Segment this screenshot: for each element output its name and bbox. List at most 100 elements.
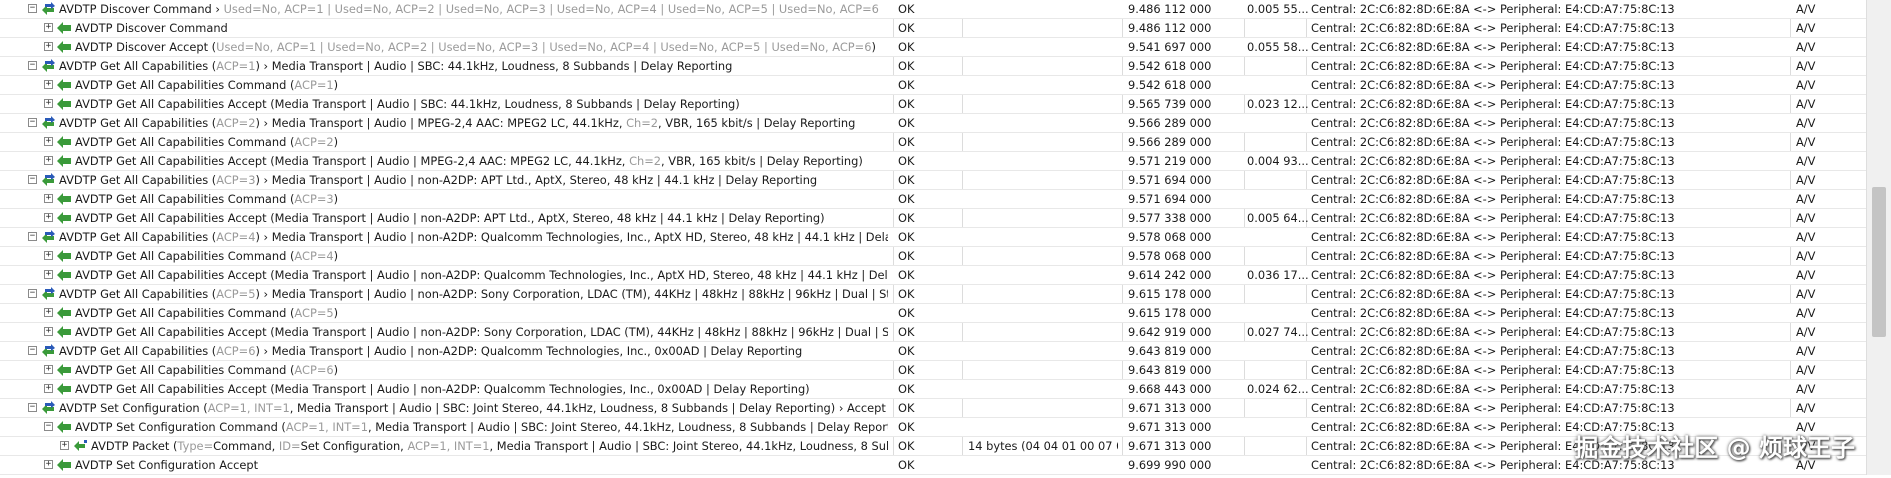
table-row[interactable]: + AVDTP Discover Accept (Used=No, ACP=1 |… [0,38,1866,57]
status-cell: OK [898,401,915,415]
table-row[interactable]: + AVDTP Get All Capabilities Command (ACP… [0,361,1866,380]
expand-toggle[interactable]: + [60,441,69,450]
summary-text: AVDTP Set Configuration Accept [75,458,259,472]
expand-toggle[interactable]: + [44,384,53,393]
expand-toggle[interactable]: + [44,308,53,317]
summary-text: AVDTP Get All Capabilities ( [59,230,217,244]
summary-text: AVDTP Get All Capabilities Command ( [75,135,295,149]
summary-text: ) › Media Transport | Audio | MPEG-2,4 A… [255,116,627,130]
transaction-icon [40,229,57,245]
summary-param: ACP=1, INT=1 [285,420,368,434]
table-row[interactable]: − AVDTP Get All Capabilities (ACP=3) › Me… [0,171,1866,190]
table-row[interactable]: − AVDTP Discover Command › Used=No, ACP=1… [0,0,1866,19]
timestamp-cell: 9.615 178 000 [1128,306,1212,320]
message-icon [56,20,73,36]
protocol-cell: A/V [1796,211,1816,225]
scrollbar-thumb[interactable] [1872,187,1886,337]
duration-cell [1247,456,1309,474]
table-row[interactable]: + AVDTP Get All Capabilities Command (ACP… [0,247,1866,266]
summary-text: AVDTP Packet ( [91,439,178,453]
expand-toggle[interactable]: + [44,156,53,165]
duration-cell [1247,133,1309,151]
expand-toggle[interactable]: + [44,23,53,32]
collapse-toggle[interactable]: − [28,346,37,355]
table-row[interactable]: − AVDTP Get All Capabilities (ACP=4) › Me… [0,228,1866,247]
status-cell: OK [898,135,915,149]
summary-text: AVDTP Get All Capabilities Command ( [75,306,295,320]
summary-param: ACP=4 [216,230,256,244]
expand-toggle[interactable]: + [44,80,53,89]
table-row[interactable]: + AVDTP Discover Command OK 9.486 112 000 Ce… [0,19,1866,38]
expand-toggle[interactable]: + [44,460,53,469]
data-cell [968,456,1118,474]
table-row[interactable]: + AVDTP Get All Capabilities Command (ACP… [0,190,1866,209]
expand-toggle[interactable]: + [44,194,53,203]
table-row[interactable]: + AVDTP Get All Capabilities Command (ACP… [0,133,1866,152]
summary-text: ) [333,363,339,377]
data-cell [968,247,1118,265]
expand-toggle[interactable]: + [44,327,53,336]
message-icon [56,419,73,435]
summary-text: , Media Transport | Audio | SBC: Joint S… [367,420,888,434]
table-row[interactable]: − AVDTP Get All Capabilities (ACP=6) › Me… [0,342,1866,361]
table-row[interactable]: − AVDTP Get All Capabilities (ACP=1) › Me… [0,57,1866,76]
collapse-toggle[interactable]: − [44,422,53,431]
expand-toggle[interactable]: + [44,42,53,51]
collapse-toggle[interactable]: − [28,403,37,412]
summary-text: AVDTP Get All Capabilities Accept (Media… [75,154,630,168]
timestamp-cell: 9.571 694 000 [1128,192,1212,206]
table-row[interactable]: − AVDTP Get All Capabilities (ACP=5) › Me… [0,285,1866,304]
connection-cell: Central: 2C:C6:82:8D:6E:8A <-> Periphera… [1311,230,1675,244]
summary-text: AVDTP Discover Command [75,21,228,35]
expand-toggle[interactable]: + [44,213,53,222]
protocol-cell: A/V [1796,344,1816,358]
data-cell [968,114,1118,132]
expand-toggle[interactable]: + [44,365,53,374]
protocol-cell: A/V [1796,97,1816,111]
collapse-toggle[interactable]: − [28,4,37,13]
table-row[interactable]: + AVDTP Get All Capabilities Command (ACP… [0,76,1866,95]
duration-cell: 0.036 17... [1247,268,1309,282]
table-row[interactable]: + AVDTP Get All Capabilities Accept (Medi… [0,95,1866,114]
table-row[interactable]: + AVDTP Get All Capabilities Accept (Medi… [0,380,1866,399]
connection-cell: Central: 2C:C6:82:8D:6E:8A <-> Periphera… [1311,21,1675,35]
collapse-toggle[interactable]: − [28,61,37,70]
summary-param: Used=No, ACP=1 | Used=No, ACP=2 | Used=N… [216,40,872,54]
summary-text: AVDTP Get All Capabilities Accept (Media… [75,211,825,225]
status-cell: OK [898,154,915,168]
status-cell: OK [898,344,915,358]
summary-text: AVDTP Get All Capabilities Command ( [75,78,295,92]
duration-cell: 0.005 64... [1247,211,1309,225]
timestamp-cell: 9.642 919 000 [1128,325,1212,339]
table-row[interactable]: + AVDTP Get All Capabilities Accept (Medi… [0,323,1866,342]
summary-text: , Media Transport | Audio | SBC: Joint S… [289,401,886,415]
connection-cell: Central: 2C:C6:82:8D:6E:8A <-> Periphera… [1311,306,1675,320]
expand-toggle[interactable]: + [44,251,53,260]
collapse-toggle[interactable]: − [28,232,37,241]
collapse-toggle[interactable]: − [28,175,37,184]
row-summary: AVDTP Get All Capabilities (ACP=1) › Med… [59,57,888,75]
watermark: 掘金技术社区 @ 烦球王子 [1574,434,1855,462]
table-row[interactable]: + AVDTP Get All Capabilities Accept (Medi… [0,266,1866,285]
expand-toggle[interactable]: + [44,270,53,279]
transaction-icon [40,1,57,17]
collapse-toggle[interactable]: − [28,118,37,127]
table-row[interactable]: − AVDTP Set Configuration (ACP=1, INT=1, … [0,399,1866,418]
table-row[interactable]: + AVDTP Get All Capabilities Command (ACP… [0,304,1866,323]
message-icon [56,267,73,283]
vertical-scrollbar[interactable] [1866,0,1891,475]
data-cell [968,95,1118,113]
duration-cell [1247,437,1309,455]
status-cell: OK [898,382,915,396]
table-row[interactable]: + AVDTP Get All Capabilities Accept (Medi… [0,209,1866,228]
expand-toggle[interactable]: + [44,99,53,108]
summary-text: AVDTP Set Configuration Command ( [75,420,286,434]
duration-cell: 0.023 12... [1247,97,1309,111]
table-row[interactable]: + AVDTP Get All Capabilities Accept (Medi… [0,152,1866,171]
connection-cell: Central: 2C:C6:82:8D:6E:8A <-> Periphera… [1311,97,1675,111]
row-summary: AVDTP Discover Command › Used=No, ACP=1 … [59,0,888,18]
connection-cell: Central: 2C:C6:82:8D:6E:8A <-> Periphera… [1311,363,1675,377]
expand-toggle[interactable]: + [44,137,53,146]
collapse-toggle[interactable]: − [28,289,37,298]
table-row[interactable]: − AVDTP Get All Capabilities (ACP=2) › Me… [0,114,1866,133]
